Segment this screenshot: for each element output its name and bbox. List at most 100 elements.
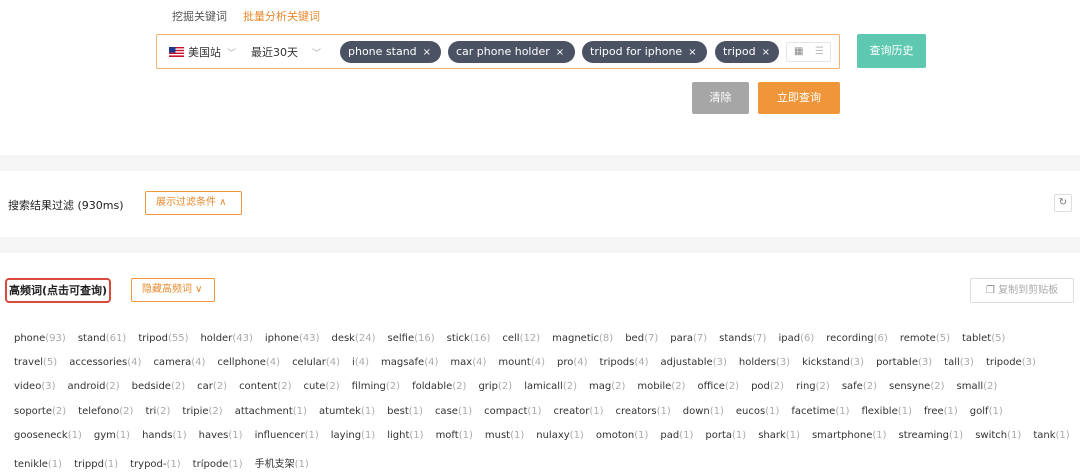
keyword-item[interactable]: tank(1) (1033, 430, 1069, 441)
keyword-item[interactable]: cell(12) (502, 333, 540, 344)
keyword-item[interactable]: telefono(2) (78, 406, 133, 417)
keyword-item[interactable]: eucos(1) (736, 406, 780, 417)
keyword-item[interactable]: recording(6) (826, 333, 888, 344)
keyword-item[interactable]: ring(2) (796, 381, 830, 392)
keyword-item[interactable]: golf(1) (970, 406, 1003, 417)
keyword-item[interactable]: laying(1) (331, 430, 375, 441)
keyword-item[interactable]: portable(3) (876, 357, 932, 368)
close-icon[interactable]: × (688, 47, 696, 58)
keyword-item[interactable]: influencer(1) (255, 430, 319, 441)
query-history-button[interactable]: 查询历史 (857, 34, 926, 68)
keyword-item[interactable]: tall(3) (944, 357, 974, 368)
tab-mine-keywords[interactable]: 挖掘关键词 (172, 8, 227, 24)
keyword-item[interactable]: android(2) (68, 381, 120, 392)
keyword-item[interactable]: gym(1) (94, 430, 130, 441)
keyword-item[interactable]: magnetic(8) (552, 333, 613, 344)
close-icon[interactable]: × (423, 47, 431, 58)
keyword-item[interactable]: bed(7) (625, 333, 658, 344)
keyword-item[interactable]: porta(1) (705, 430, 746, 441)
keyword-item[interactable]: iphone(43) (265, 333, 320, 344)
keyword-item[interactable]: camera(4) (153, 357, 205, 368)
keyword-item[interactable]: travel(5) (14, 357, 57, 368)
keyword-item[interactable]: free(1) (924, 406, 958, 417)
keyword-item[interactable]: 手机支架(1) (255, 459, 309, 470)
keyword-item[interactable]: case(1) (435, 406, 472, 417)
keyword-item[interactable]: creator(1) (554, 406, 604, 417)
keyword-item[interactable]: filming(2) (352, 381, 400, 392)
close-icon[interactable]: × (762, 47, 770, 58)
keyword-item[interactable]: gooseneck(1) (14, 430, 82, 441)
view-switch[interactable]: ▦ ☰ (786, 42, 831, 62)
site-select[interactable]: 美国站 ﹀ (169, 44, 236, 60)
keyword-item[interactable]: holders(3) (739, 357, 790, 368)
keyword-item[interactable]: safe(2) (842, 381, 877, 392)
keyword-item[interactable]: moft(1) (436, 430, 473, 441)
keyword-item[interactable]: shark(1) (758, 430, 800, 441)
keyword-item[interactable]: nulaxy(1) (536, 430, 584, 441)
keyword-item[interactable]: tablet(5) (962, 333, 1005, 344)
keyword-item[interactable]: car(2) (197, 381, 227, 392)
keyword-item[interactable]: grip(2) (478, 381, 512, 392)
keyword-item[interactable]: foldable(2) (412, 381, 466, 392)
keyword-item[interactable]: tri(2) (145, 406, 170, 417)
keyword-item[interactable]: soporte(2) (14, 406, 66, 417)
keyword-item[interactable]: i(4) (352, 357, 369, 368)
refresh-icon[interactable]: ↻ (1054, 194, 1072, 212)
keyword-item[interactable]: best(1) (387, 406, 423, 417)
keyword-item[interactable]: mag(2) (589, 381, 625, 392)
keyword-item[interactable]: flexible(1) (861, 406, 911, 417)
keyword-item[interactable]: content(2) (239, 381, 291, 392)
hide-high-frequency-button[interactable]: 隐藏高频词 ∨ (131, 278, 215, 302)
query-now-button[interactable]: 立即查询 (758, 82, 840, 114)
keyword-item[interactable]: omoton(1) (596, 430, 649, 441)
keyword-item[interactable]: remote(5) (900, 333, 950, 344)
keyword-item[interactable]: facetime(1) (791, 406, 849, 417)
keyword-item[interactable]: para(7) (670, 333, 707, 344)
keyword-item[interactable]: pro(4) (557, 357, 588, 368)
keyword-item[interactable]: compact(1) (484, 406, 541, 417)
keyword-item[interactable]: video(3) (14, 381, 56, 392)
keyword-item[interactable]: stand(61) (78, 333, 126, 344)
keyword-item[interactable]: mount(4) (498, 357, 545, 368)
copy-to-clipboard-button[interactable]: ❐ 复制到剪贴板 (970, 278, 1074, 303)
keyword-search-box[interactable]: 美国站 ﹀ 最近30天 ﹀ phone stand × car phone holde… (156, 34, 840, 69)
keyword-item[interactable]: selfie(16) (388, 333, 435, 344)
keyword-item[interactable]: tripod(55) (138, 333, 188, 344)
keyword-item[interactable]: tripods(4) (600, 357, 649, 368)
keyword-item[interactable]: phone(93) (14, 333, 66, 344)
keyword-item[interactable]: accessories(4) (69, 357, 141, 368)
keyword-item[interactable]: pod(2) (751, 381, 784, 392)
keyword-item[interactable]: must(1) (485, 430, 524, 441)
clear-button[interactable]: 清除 (692, 82, 749, 114)
keyword-item[interactable]: bedside(2) (132, 381, 186, 392)
keyword-item[interactable]: adjustable(3) (661, 357, 727, 368)
keyword-item[interactable]: celular(4) (292, 357, 340, 368)
keyword-item[interactable]: attachment(1) (235, 406, 307, 417)
keyword-item[interactable]: holder(43) (200, 333, 252, 344)
keyword-item[interactable]: trippd(1) (74, 459, 118, 470)
keyword-item[interactable]: max(4) (450, 357, 486, 368)
show-filter-button[interactable]: 展示过滤条件 ∧ (145, 191, 242, 215)
keyword-item[interactable]: atumtek(1) (319, 406, 375, 417)
keyword-item[interactable]: office(2) (697, 381, 739, 392)
keyword-item[interactable]: cute(2) (304, 381, 340, 392)
keyword-item[interactable]: streaming(1) (899, 430, 964, 441)
keyword-item[interactable]: haves(1) (199, 430, 243, 441)
keyword-item[interactable]: stands(7) (719, 333, 766, 344)
keyword-item[interactable]: hands(1) (142, 430, 187, 441)
keyword-item[interactable]: ipad(6) (778, 333, 814, 344)
grid-icon[interactable]: ▦ (794, 46, 803, 57)
keyword-item[interactable]: tripode(3) (986, 357, 1036, 368)
keyword-item[interactable]: tenikle(1) (14, 459, 62, 470)
keyword-item[interactable]: cellphone(4) (217, 357, 280, 368)
keyword-item[interactable]: kickstand(3) (802, 357, 864, 368)
keyword-item[interactable]: down(1) (683, 406, 724, 417)
keyword-item[interactable]: small(2) (957, 381, 998, 392)
keyword-item[interactable]: smartphone(1) (812, 430, 887, 441)
keyword-item[interactable]: trypod-(1) (130, 459, 181, 470)
tab-batch-analyze[interactable]: 批量分析关键词 (243, 8, 320, 24)
date-range-select[interactable]: 最近30天 ﹀ (251, 44, 321, 60)
list-icon[interactable]: ☰ (815, 46, 824, 57)
keyword-item[interactable]: sensyne(2) (889, 381, 945, 392)
keyword-item[interactable]: desk(24) (331, 333, 375, 344)
